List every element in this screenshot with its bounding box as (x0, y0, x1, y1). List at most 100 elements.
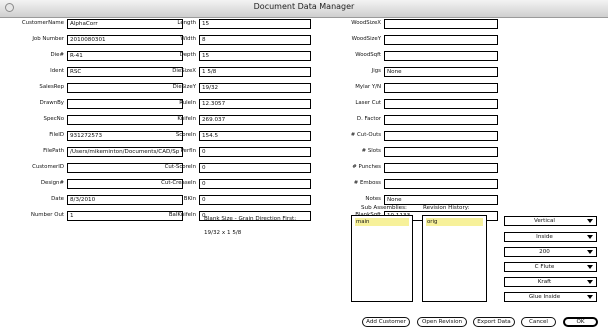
chevron-down-icon (587, 235, 593, 239)
notes-label: Notes (365, 196, 381, 202)
cut-crease-in-label: Cut-CreaseIn (161, 180, 196, 186)
add-customer-button[interactable]: Add Customer (362, 317, 410, 327)
date-field[interactable]: 8/3/2010 (67, 195, 183, 205)
drawn-by-label: DrawnBy (39, 100, 64, 106)
chevron-down-icon (587, 250, 593, 254)
chevron-down-icon (587, 295, 593, 299)
length-label: Length (177, 20, 196, 26)
score-in-label: ScoreIn (175, 132, 196, 138)
laser-cut-label: Laser Cut (355, 100, 381, 106)
title-bar: Document Data Manager (0, 0, 608, 18)
knife-in-label: KnifeIn (177, 116, 196, 122)
knife-in-field[interactable]: 269.037 (199, 115, 311, 125)
customer-id-label: CustomerID (32, 164, 64, 170)
jigs-label: Jigs (371, 68, 381, 74)
drawn-by-field[interactable] (67, 99, 183, 109)
window-title: Document Data Manager (253, 2, 355, 11)
spec-no-field[interactable] (67, 115, 183, 125)
sub-assemblies-label: Sub Assemblies: (361, 205, 407, 211)
chevron-down-icon (587, 280, 593, 284)
die-number-field[interactable]: R-41 (67, 51, 183, 61)
mylar-field[interactable] (384, 83, 498, 93)
list-item[interactable]: main (355, 218, 409, 226)
board-test-select[interactable]: 200 (504, 247, 597, 257)
open-revision-button[interactable]: Open Revision (417, 317, 467, 327)
job-number-label: Job Number (32, 36, 64, 42)
emboss-field[interactable] (384, 179, 498, 189)
design-number-label: Design# (40, 180, 64, 186)
die-number-label: Die# (50, 52, 64, 58)
sales-rep-label: SalesRep (39, 84, 64, 90)
revision-history-label: Revision History: (423, 205, 470, 211)
material-select[interactable]: Kraft (504, 277, 597, 287)
glue-select[interactable]: Glue Inside (504, 292, 597, 302)
die-size-x-field[interactable]: 1 5/8 (199, 67, 311, 77)
revision-history-list[interactable]: orig (422, 215, 487, 302)
sub-assemblies-list[interactable]: main (351, 215, 413, 302)
grain-direction-select[interactable]: Vertical (504, 216, 597, 226)
select-value: 200 (539, 249, 550, 255)
length-field[interactable]: 15 (199, 19, 311, 29)
wood-size-y-field[interactable] (384, 35, 498, 45)
file-id-label: FileID (49, 132, 64, 138)
chevron-down-icon (587, 265, 593, 269)
file-id-field[interactable]: 931272573 (67, 131, 183, 141)
ok-button[interactable]: OK (563, 317, 598, 327)
list-item[interactable]: orig (426, 218, 483, 226)
depth-field[interactable]: 15 (199, 51, 311, 61)
d-factor-field[interactable] (384, 115, 498, 125)
width-label: Width (180, 36, 196, 42)
wood-size-x-label: WoodSizeX (351, 20, 381, 26)
select-value: Kraft (537, 279, 552, 285)
cut-outs-label: # Cut-Outs (350, 132, 381, 138)
die-size-y-field[interactable]: 19/32 (199, 83, 311, 93)
width-field[interactable]: 8 (199, 35, 311, 45)
emboss-label: # Emboss (353, 180, 381, 186)
sales-rep-field[interactable] (67, 83, 183, 93)
perf-in-field[interactable]: 0 (199, 147, 311, 157)
d-factor-label: D. Factor (356, 116, 381, 122)
date-label: Date (51, 196, 64, 202)
ident-field[interactable]: RSC (67, 67, 183, 77)
file-path-field[interactable]: /Users/mikeminton/Documents/CAD/Sp (67, 147, 183, 157)
flute-select[interactable]: C Flute (504, 262, 597, 272)
depth-label: Depth (179, 52, 196, 58)
laser-cut-field[interactable] (384, 99, 498, 109)
punches-field[interactable] (384, 163, 498, 173)
export-data-button[interactable]: Export Data (473, 317, 515, 327)
ident-label: Ident (50, 68, 64, 74)
wood-sqft-field[interactable] (384, 51, 498, 61)
spec-no-label: SpecNo (43, 116, 64, 122)
slots-field[interactable] (384, 147, 498, 157)
bk-in-field[interactable]: 0 (199, 195, 311, 205)
score-in-field[interactable]: 154.5 (199, 131, 311, 141)
select-value: Glue Inside (528, 294, 561, 300)
print-side-select[interactable]: Inside (504, 232, 597, 242)
cut-score-in-field[interactable]: 0 (199, 163, 311, 173)
jigs-field[interactable]: None (384, 67, 498, 77)
wood-size-x-field[interactable] (384, 19, 498, 29)
cut-crease-in-field[interactable]: 0 (199, 179, 311, 189)
number-out-field[interactable]: 1 (67, 211, 183, 221)
perf-in-label: PerfIn (180, 148, 197, 154)
customer-name-field[interactable]: AlphaCorr (67, 19, 183, 29)
blank-size-value: 19/32 x 1 5/8 (204, 230, 242, 236)
cut-outs-field[interactable] (384, 131, 498, 141)
wood-size-y-label: WoodSizeY (351, 36, 381, 42)
file-path-label: FilePath (43, 148, 64, 154)
mylar-label: Mylar Y/N (355, 84, 381, 90)
number-out-label: Number Out (30, 212, 64, 218)
punches-label: # Punches (352, 164, 381, 170)
chevron-down-icon (587, 219, 593, 223)
job-number-field[interactable]: 2010080301 (67, 35, 183, 45)
slots-label: # Slots (361, 148, 381, 154)
notes-field[interactable]: None (384, 195, 498, 205)
select-value: Vertical (534, 218, 555, 224)
cut-score-in-label: Cut-ScoreIn (164, 164, 196, 170)
blank-size-title: Blank Size - Grain Direction First: (204, 216, 297, 222)
select-value: Inside (536, 234, 553, 240)
bal-knife-in-label: BalKnifeIn (168, 212, 196, 218)
rule-in-label: RuleIn (179, 100, 196, 106)
rule-in-field[interactable]: 12.3057 (199, 99, 311, 109)
cancel-button[interactable]: Cancel (521, 317, 556, 327)
